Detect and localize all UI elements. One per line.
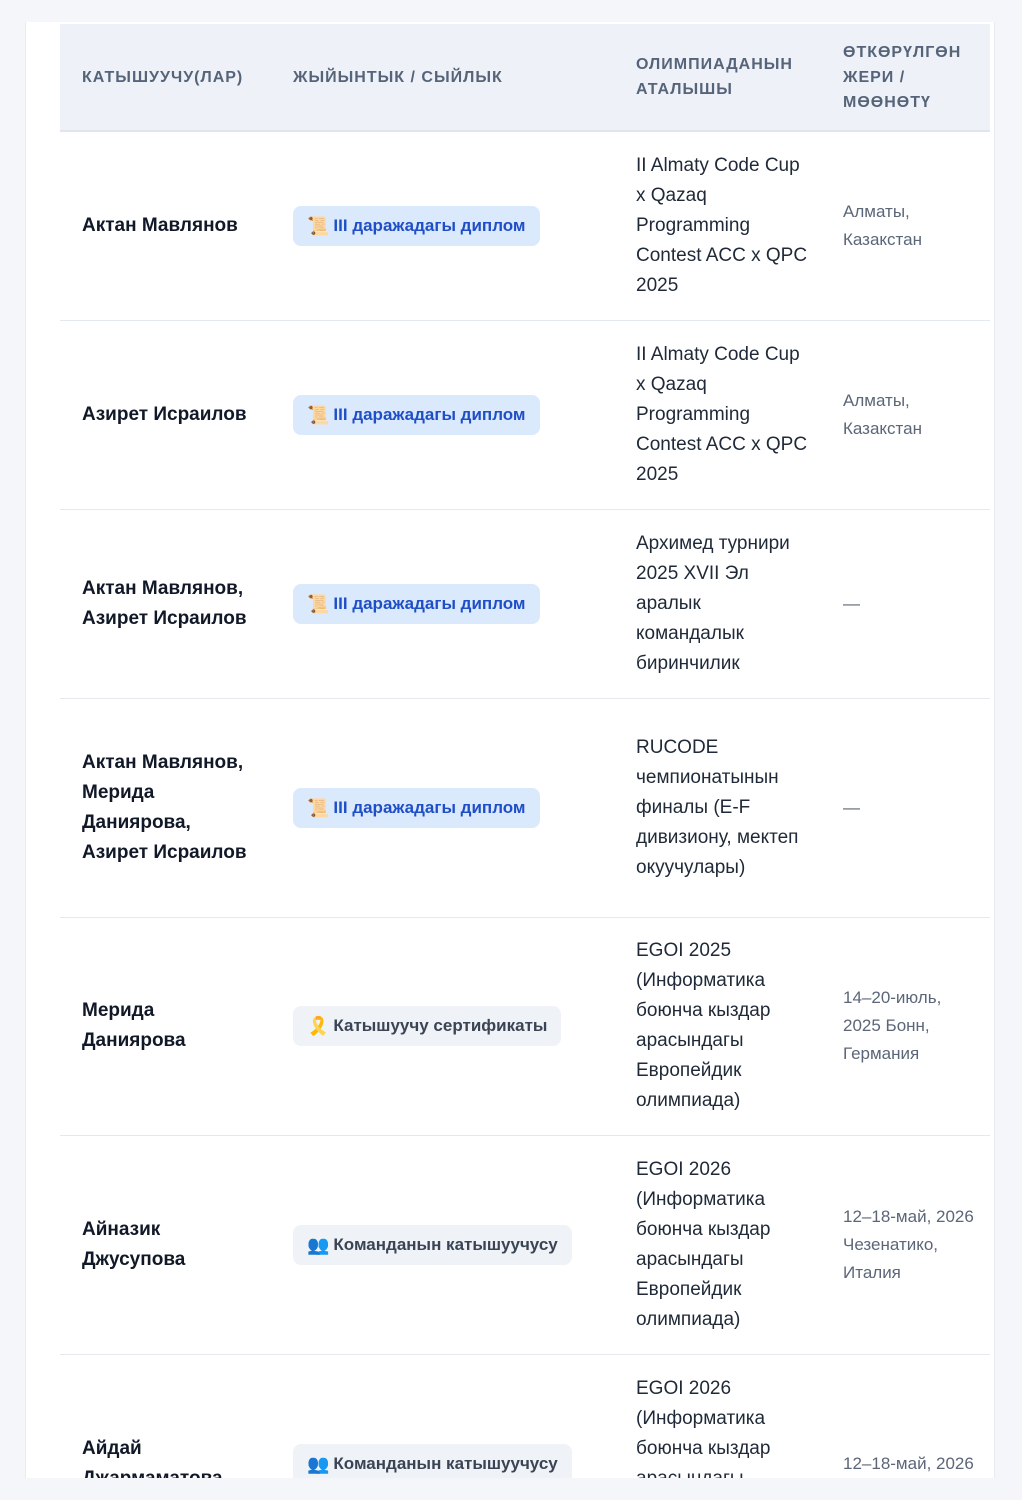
olympiad-name: Архимед турнири 2025 XVII Эл аралык кома… <box>636 532 790 674</box>
award-badge-label: III даражадагы диплом <box>333 593 526 613</box>
participants-cell: Азирет Исраилов <box>60 320 271 510</box>
result-cell: 📜 III даражадагы диплом <box>271 320 614 510</box>
olympiad-cell: RUCODE чемпионатынын финалы (E-F дивизио… <box>614 698 821 918</box>
scroll-icon: 📜 <box>307 215 330 236</box>
result-cell: 📜 III даражадагы диплом <box>271 131 614 321</box>
award-badge: 📜 III даражадагы диплом <box>293 787 540 828</box>
table-row: Айдай Джармаматова 👥 Команданын катышууч… <box>60 1354 990 1478</box>
place-date: Алматы, Казакстан <box>843 201 922 249</box>
place-cell: — <box>821 509 990 699</box>
achievements-card: КАТЫШУУЧУ(ЛАР) ЖЫЙЫНТЫК / СЫЙЛЫК ОЛИМПИА… <box>25 22 995 1478</box>
olympiad-name: EGOI 2025 (Информатика боюнча кыздар ара… <box>636 940 771 1111</box>
olympiad-cell: II Almaty Code Cup x Qazaq Programming C… <box>614 131 821 321</box>
table-row: Актан Мавлянов, Мерида Даниярова, Азирет… <box>60 698 990 918</box>
olympiad-name: II Almaty Code Cup x Qazaq Programming C… <box>636 343 808 485</box>
place-cell: Алматы, Казакстан <box>821 131 990 321</box>
participant-names: Актан Мавлянов, Мерида Даниярова, Азирет… <box>82 751 247 863</box>
result-cell: 👥 Команданын катышуучусу <box>271 1354 614 1478</box>
olympiad-cell: Архимед турнири 2025 XVII Эл аралык кома… <box>614 509 821 699</box>
participant-names: Мерида Даниярова <box>82 1000 186 1051</box>
table-header-row: КАТЫШУУЧУ(ЛАР) ЖЫЙЫНТЫК / СЫЙЛЫК ОЛИМПИА… <box>60 24 990 132</box>
table-row: Актан Мавлянов, Азирет Исраилов 📜 III да… <box>60 509 990 699</box>
participants-cell: Мерида Даниярова <box>60 917 271 1136</box>
award-badge-label: Команданын катышуучусу <box>333 1234 558 1254</box>
table-row: Актан Мавлянов 📜 III даражадагы диплом I… <box>60 131 990 321</box>
participant-names: Айдай Джармаматова <box>82 1437 223 1479</box>
participants-cell: Актан Мавлянов, Мерида Даниярова, Азирет… <box>60 698 271 918</box>
place-date: — <box>843 593 860 613</box>
participant-names: Актан Мавлянов, Азирет Исраилов <box>82 577 247 629</box>
scroll-icon: 📜 <box>307 593 330 614</box>
olympiad-name: EGOI 2026 (Информатика боюнча кыздар ара… <box>636 1158 771 1330</box>
award-badge-label: III даражадагы диплом <box>333 404 526 424</box>
participants-cell: Айназик Джусупова <box>60 1135 271 1355</box>
award-badge: 👥 Команданын катышуучусу <box>293 1224 572 1265</box>
place-date: 12–18-май, 2026 <box>843 1453 974 1473</box>
award-badge: 📜 III даражадагы диплом <box>293 205 540 246</box>
olympiad-name: EGOI 2026 (Информатика боюнча кыздар ара… <box>636 1377 771 1479</box>
ribbon-icon: 🎗️ <box>307 1016 330 1036</box>
olympiad-name: II Almaty Code Cup x Qazaq Programming C… <box>636 154 808 296</box>
award-badge: 📜 III даражадагы диплом <box>293 583 540 624</box>
result-cell: 🎗️ Катышуучу сертификаты <box>271 917 614 1136</box>
place-cell: — <box>821 698 990 918</box>
participant-names: Айназик Джусупова <box>82 1218 186 1270</box>
participant-names: Актан Мавлянов <box>82 214 238 236</box>
olympiad-cell: EGOI 2026 (Информатика боюнча кыздар ара… <box>614 1135 821 1355</box>
place-date: — <box>843 797 860 817</box>
result-cell: 📜 III даражадагы диплом <box>271 509 614 699</box>
result-cell: 📜 III даражадагы диплом <box>271 698 614 918</box>
award-badge: 🎗️ Катышуучу сертификаты <box>293 1006 562 1046</box>
award-badge: 👥 Команданын катышуучусу <box>293 1443 572 1478</box>
column-header-place: ӨТКӨРҮЛГӨН ЖЕРИ / МӨӨНӨТҮ <box>821 24 990 132</box>
achievements-table: КАТЫШУУЧУ(ЛАР) ЖЫЙЫНТЫК / СЫЙЛЫК ОЛИМПИА… <box>60 24 990 1478</box>
award-badge-label: Команданын катышуучусу <box>333 1453 558 1473</box>
scroll-icon: 📜 <box>307 404 330 425</box>
participants-cell: Актан Мавлянов <box>60 131 271 321</box>
team-icon: 👥 <box>307 1453 330 1474</box>
award-badge-label: Катышуучу сертификаты <box>333 1016 548 1035</box>
table-row: Азирет Исраилов 📜 III даражадагы диплом … <box>60 320 990 510</box>
award-badge: 📜 III даражадагы диплом <box>293 394 540 435</box>
place-cell: Алматы, Казакстан <box>821 320 990 510</box>
award-badge-label: III даражадагы диплом <box>333 797 526 817</box>
place-date: 14–20-июль, 2025 Бонн, Германия <box>843 988 942 1063</box>
participant-names: Азирет Исраилов <box>82 403 247 425</box>
place-date: 12–18-май, 2026 Чезенатико, Италия <box>843 1206 974 1282</box>
place-cell: 12–18-май, 2026 <box>821 1354 990 1478</box>
table-row: Мерида Даниярова 🎗️ Катышуучу сертификат… <box>60 917 990 1136</box>
award-badge-label: III даражадагы диплом <box>333 215 526 235</box>
scroll-icon: 📜 <box>307 797 330 818</box>
olympiad-cell: EGOI 2025 (Информатика боюнча кыздар ара… <box>614 917 821 1136</box>
column-header-olympiad: ОЛИМПИАДАНЫН АТАЛЫШЫ <box>614 24 821 132</box>
olympiad-cell: EGOI 2026 (Информатика боюнча кыздар ара… <box>614 1354 821 1478</box>
olympiad-cell: II Almaty Code Cup x Qazaq Programming C… <box>614 320 821 510</box>
place-date: Алматы, Казакстан <box>843 390 922 438</box>
column-header-participants: КАТЫШУУЧУ(ЛАР) <box>60 24 271 132</box>
place-cell: 14–20-июль, 2025 Бонн, Германия <box>821 917 990 1136</box>
table-row: Айназик Джусупова 👥 Команданын катышуучу… <box>60 1135 990 1355</box>
olympiad-name: RUCODE чемпионатынын финалы (E-F дивизио… <box>636 736 799 878</box>
place-cell: 12–18-май, 2026 Чезенатико, Италия <box>821 1135 990 1355</box>
participants-cell: Айдай Джармаматова <box>60 1354 271 1478</box>
result-cell: 👥 Команданын катышуучусу <box>271 1135 614 1355</box>
team-icon: 👥 <box>307 1234 330 1255</box>
participants-cell: Актан Мавлянов, Азирет Исраилов <box>60 509 271 699</box>
column-header-result: ЖЫЙЫНТЫК / СЫЙЛЫК <box>271 24 614 132</box>
